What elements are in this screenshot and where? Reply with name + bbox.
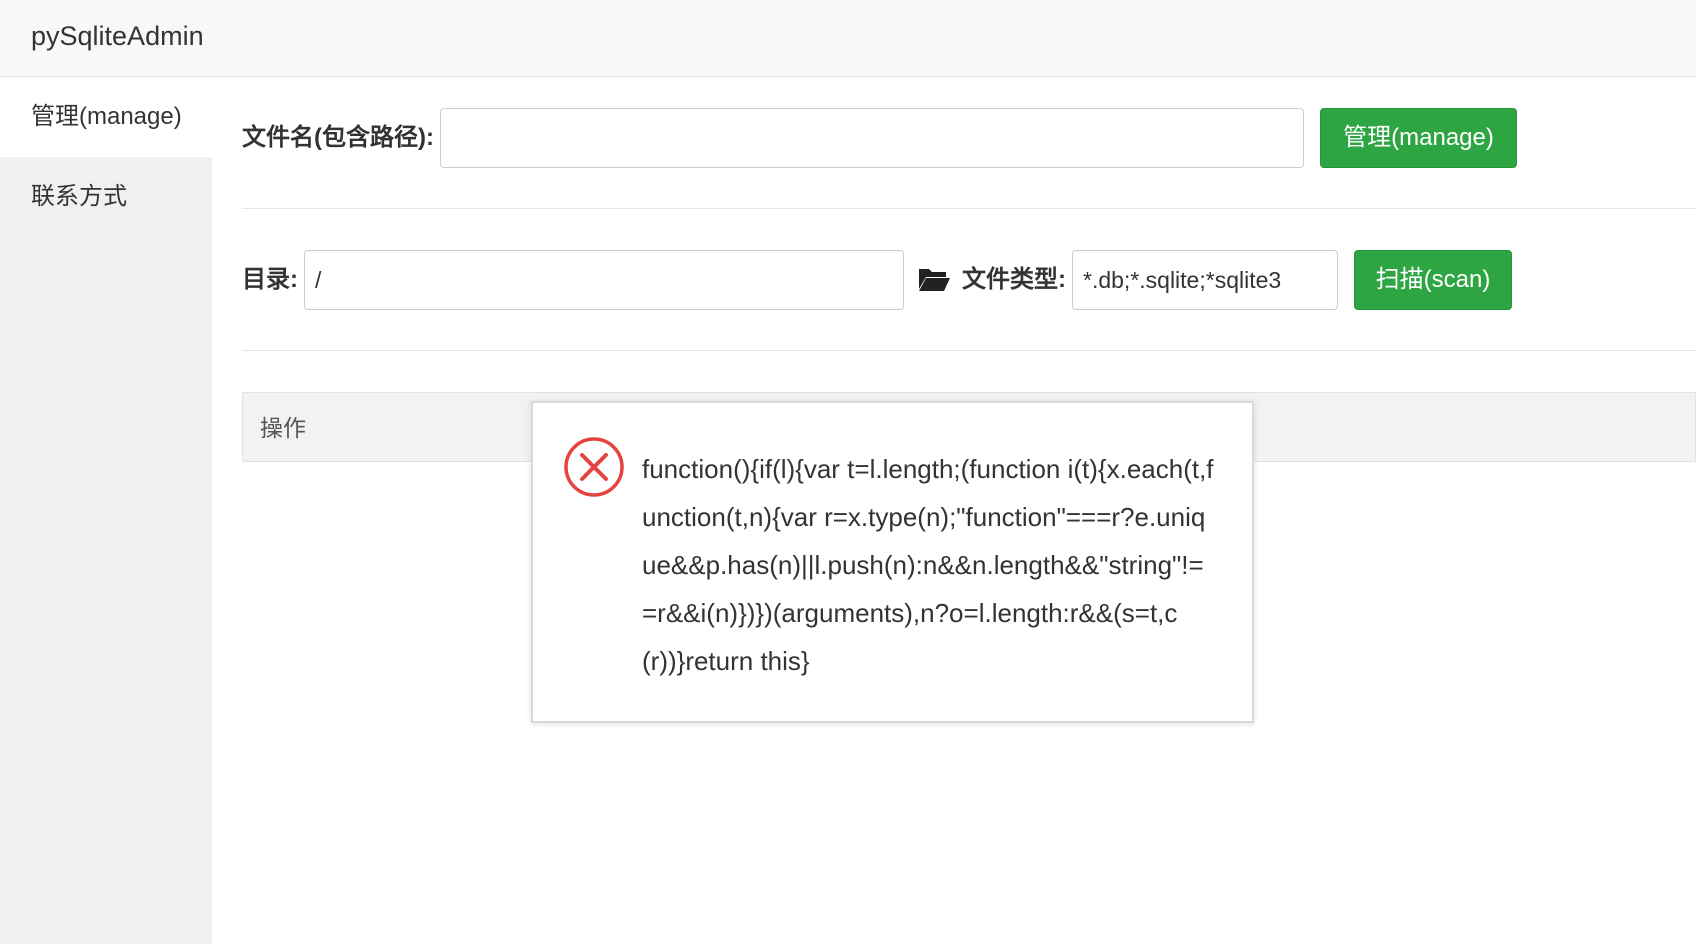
filename-input[interactable] bbox=[440, 108, 1304, 168]
manage-button[interactable]: 管理(manage) bbox=[1320, 108, 1517, 168]
error-dialog: function(){if(l){var t=l.length;(functio… bbox=[531, 401, 1254, 723]
error-message: function(){if(l){var t=l.length;(functio… bbox=[642, 454, 1214, 676]
divider bbox=[242, 208, 1696, 209]
folder-open-icon[interactable] bbox=[918, 266, 950, 292]
filename-label: 文件名(包含路径): bbox=[242, 124, 434, 151]
scan-button[interactable]: 扫描(scan) bbox=[1354, 250, 1512, 310]
top-navbar: pySqliteAdmin bbox=[0, 0, 1696, 77]
column-header-actions: 操作 bbox=[260, 415, 306, 441]
sidebar: 管理(manage) 联系方式 bbox=[0, 77, 212, 944]
app-title[interactable]: pySqliteAdmin bbox=[31, 18, 204, 54]
error-circle-icon bbox=[564, 437, 624, 497]
filetype-input[interactable] bbox=[1072, 250, 1338, 310]
filetype-label: 文件类型: bbox=[962, 266, 1066, 293]
divider bbox=[242, 350, 1696, 351]
directory-input[interactable] bbox=[304, 250, 904, 310]
directory-label: 目录: bbox=[242, 266, 298, 293]
sidebar-item-contact[interactable]: 联系方式 bbox=[0, 157, 212, 237]
sidebar-item-manage[interactable]: 管理(manage) bbox=[0, 77, 212, 157]
